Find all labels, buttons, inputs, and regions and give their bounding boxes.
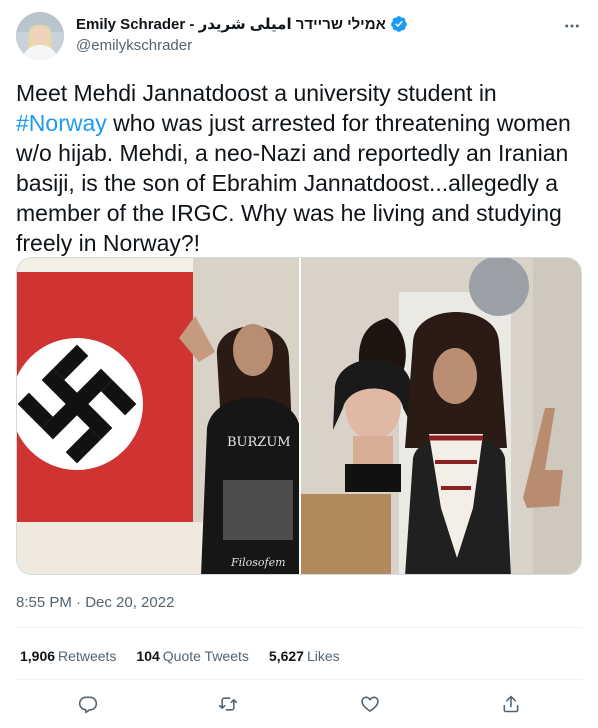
like-button[interactable] bbox=[356, 690, 384, 718]
shirt-text: BURZUM bbox=[227, 435, 291, 450]
verified-badge-icon bbox=[390, 16, 407, 32]
more-horizontal-icon bbox=[565, 24, 579, 28]
tweet-photo-1[interactable]: BURZUM Filosofem bbox=[17, 258, 299, 574]
tweet-text-part: Meet Mehdi Jannatdoost a university stud… bbox=[16, 80, 497, 106]
retweet-button[interactable] bbox=[214, 690, 242, 718]
heart-icon bbox=[361, 696, 379, 712]
divider bbox=[16, 627, 582, 628]
quote-tweets-stat[interactable]: 104 Quote Tweets bbox=[136, 648, 249, 664]
photo-flag-salute: BURZUM Filosofem bbox=[17, 258, 299, 574]
shirt-caption: Filosofem bbox=[230, 556, 286, 569]
tweet-timestamp[interactable]: 8:55 PM · Dec 20, 2022 bbox=[16, 594, 174, 611]
share-button[interactable] bbox=[497, 690, 525, 718]
likes-label: Likes bbox=[306, 648, 340, 664]
author-name-row[interactable]: Emily Schrader - אמילי שריידר امیلی شرید… bbox=[76, 15, 408, 33]
quote-tweets-label: Quote Tweets bbox=[162, 648, 249, 664]
avatar-image bbox=[16, 12, 64, 60]
retweets-stat[interactable]: 1,906 Retweets bbox=[20, 648, 116, 664]
likes-count: 5,627 bbox=[268, 648, 304, 664]
tweet-photo-2[interactable] bbox=[301, 258, 581, 574]
likes-stat[interactable]: 5,627 Likes bbox=[269, 648, 340, 664]
more-options-button[interactable] bbox=[558, 12, 586, 40]
hashtag-link[interactable]: #Norway bbox=[16, 110, 107, 136]
tweet-stats: 1,906 Retweets 104 Quote Tweets 5,627 Likes bbox=[20, 648, 360, 664]
avatar[interactable] bbox=[16, 12, 64, 60]
photo-mannequin bbox=[301, 258, 581, 574]
author-handle[interactable]: @emilykschrader bbox=[76, 37, 192, 54]
reply-button[interactable] bbox=[74, 690, 102, 718]
reply-icon bbox=[78, 696, 98, 714]
quote-tweets-count: 104 bbox=[136, 648, 160, 664]
retweets-label: Retweets bbox=[58, 648, 117, 664]
tweet-text: Meet Mehdi Jannatdoost a university stud… bbox=[16, 78, 582, 258]
retweets-count: 1,906 bbox=[20, 648, 56, 664]
tweet-media: BURZUM Filosofem bbox=[16, 257, 582, 575]
retweet-icon bbox=[218, 697, 238, 711]
author-display-name[interactable]: Emily Schrader - אמילי שריידר امیلی شرید… bbox=[76, 15, 386, 33]
tweet-actions bbox=[0, 690, 598, 718]
divider bbox=[16, 679, 582, 680]
share-icon bbox=[503, 695, 519, 713]
